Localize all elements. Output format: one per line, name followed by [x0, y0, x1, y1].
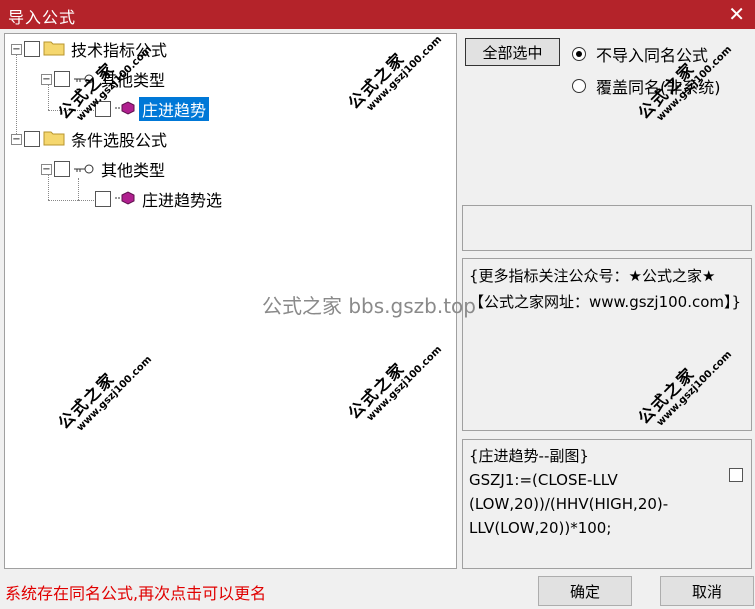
subgroup-checkbox[interactable]: [54, 71, 70, 87]
formula-gem-icon: [114, 190, 136, 209]
radio-no-import[interactable]: [572, 47, 586, 61]
collapse-icon[interactable]: −: [41, 163, 52, 175]
code-line: {庄进趋势--副图}: [469, 447, 589, 465]
code-line: LLV(LOW,20))*100;: [469, 519, 612, 537]
item-label: 庄进趋势选: [142, 191, 223, 210]
option-overwrite[interactable]: 覆盖同名(非系统): [572, 74, 721, 98]
tree-subgroup-other[interactable]: − 其他类型: [41, 66, 168, 92]
tree-group-indicators[interactable]: − 技术指标公式: [11, 36, 170, 62]
subgroup-checkbox[interactable]: [54, 161, 70, 177]
tree-item-zhuangjin[interactable]: 庄进趋势: [95, 96, 210, 122]
option-label: 覆盖同名(非系统): [596, 78, 721, 97]
code-line: (LOW,20))/(HHV(HIGH,20)-: [469, 495, 669, 513]
subgroup-label: 其他类型: [101, 71, 166, 90]
group-label: 条件选股公式: [71, 131, 168, 150]
select-all-button[interactable]: 全部选中: [465, 38, 560, 66]
formula-gem-icon: [114, 100, 136, 119]
option-no-import[interactable]: 不导入同名公式: [572, 42, 708, 66]
formula-tree[interactable]: − 技术指标公式 − 其他类型 庄进趋势 − 条件选股公式 − 其他类型 庄进趋…: [4, 33, 457, 569]
close-icon[interactable]: ✕: [728, 2, 745, 26]
group-checkbox[interactable]: [24, 131, 40, 147]
tree-subgroup-other-2[interactable]: − 其他类型: [41, 156, 168, 182]
status-message: 系统存在同名公式,再次点击可以更名: [5, 584, 267, 603]
collapse-icon[interactable]: −: [41, 73, 52, 85]
key-icon: [73, 70, 95, 89]
item-checkbox[interactable]: [95, 191, 111, 207]
option-label: 不导入同名公式: [596, 46, 709, 65]
radio-overwrite[interactable]: [572, 79, 586, 93]
subgroup-label: 其他类型: [101, 161, 166, 180]
title-bar: 导入公式 ✕: [0, 0, 755, 29]
ok-button[interactable]: 确定: [538, 576, 632, 606]
description-text: {更多指标关注公众号：★公式之家★ 【公式之家网址：www.gszj100.co…: [469, 267, 742, 311]
collapse-icon[interactable]: −: [11, 43, 22, 55]
group-checkbox[interactable]: [24, 41, 40, 57]
folder-icon: [43, 39, 65, 60]
group-label: 技术指标公式: [71, 41, 168, 60]
empty-panel: [462, 205, 752, 251]
item-label: 庄进趋势: [139, 97, 210, 121]
item-checkbox[interactable]: [95, 101, 111, 117]
tree-connector: [78, 200, 94, 201]
key-icon: [73, 160, 95, 179]
tree-group-screening[interactable]: − 条件选股公式: [11, 126, 170, 152]
folder-icon: [43, 129, 65, 150]
cancel-button[interactable]: 取消: [660, 576, 754, 606]
code-line: GSZJ1:=(CLOSE-LLV: [469, 471, 618, 489]
description-panel: {更多指标关注公众号：★公式之家★ 【公式之家网址：www.gszj100.co…: [462, 258, 752, 431]
window-title: 导入公式: [8, 8, 77, 27]
collapse-icon[interactable]: −: [11, 133, 22, 145]
tree-item-zhuangjin-select[interactable]: 庄进趋势选: [95, 186, 225, 212]
code-checkbox[interactable]: [729, 468, 743, 482]
tree-connector: [48, 110, 94, 111]
code-panel: {庄进趋势--副图} GSZJ1:=(CLOSE-LLV (LOW,20))/(…: [462, 439, 752, 569]
